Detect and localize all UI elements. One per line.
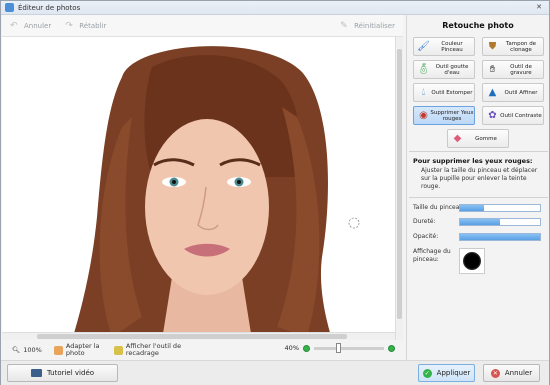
- zoom-100-button[interactable]: 🔍︎ 100%: [12, 345, 42, 354]
- hardness-slider[interactable]: [459, 218, 541, 226]
- divider: [409, 151, 548, 152]
- tool-label: Outil de gravure: [510, 63, 532, 76]
- redo-label: Rétablir: [79, 21, 107, 30]
- wand-icon: ✎: [340, 20, 348, 31]
- zoom-in-icon[interactable]: [388, 344, 395, 352]
- video-tutorial-label: Tutoriel vidéo: [46, 369, 95, 377]
- vertical-scrollbar[interactable]: [395, 37, 403, 340]
- eraser-icon: ◆: [453, 133, 462, 144]
- undo-icon: ↶: [10, 20, 18, 31]
- tool-label: Outil Contraste: [500, 112, 542, 119]
- zoom-out-icon[interactable]: [303, 344, 310, 352]
- reset-label: Réinitialiser: [354, 21, 395, 30]
- status-bar: 🔍︎ 100% Adapter la photo Afficher l'outi…: [2, 340, 403, 360]
- tool-contrast[interactable]: ✿ Outil Contraste: [482, 106, 544, 125]
- zoom-slider-knob[interactable]: [336, 342, 341, 353]
- horizontal-scrollbar[interactable]: [2, 332, 395, 340]
- fit-icon: [53, 345, 63, 355]
- tool-label: Outil Estomper: [431, 89, 473, 96]
- tool-blur[interactable]: 💧︎ Outil Estomper: [413, 83, 475, 102]
- blur-icon: 💧︎: [421, 87, 426, 98]
- cancel-icon: ✕: [490, 368, 500, 378]
- window-title: Éditeur de photos: [18, 3, 81, 12]
- hardness-fill: [460, 219, 500, 225]
- tool-label: Couleur Pinceau: [441, 40, 463, 53]
- cancel-label: Annuler: [504, 369, 533, 377]
- retouch-panel: Retouche photo 🖌︎ Couleur Pinceau ⛊ Tamp…: [406, 15, 549, 360]
- tool-clone-stamp[interactable]: ⛊ Tampon de clonage: [482, 37, 544, 56]
- panel-title: Retouche photo: [442, 21, 514, 30]
- brush-display-label: Affichage du pinceau:: [413, 248, 451, 263]
- redo-icon: ↷: [65, 20, 73, 31]
- crop-icon: [113, 345, 123, 355]
- photo-canvas[interactable]: [2, 37, 403, 340]
- undo-button[interactable]: ↶ Annuler: [10, 20, 52, 31]
- brush-size-slider[interactable]: [459, 204, 541, 212]
- tool-eraser[interactable]: ◆ Gomme: [447, 129, 509, 148]
- brush-preview: [459, 248, 485, 274]
- reset-button[interactable]: ✎ Réinitialiser: [340, 20, 395, 31]
- red-eye-icon: ◉: [419, 110, 428, 121]
- description-title: Pour supprimer les yeux rouges:: [413, 157, 533, 165]
- magnifier-icon: 🔍︎: [12, 345, 21, 354]
- show-crop-button[interactable]: Afficher l'outil de recadrage: [113, 342, 186, 357]
- check-icon: ✓: [422, 368, 432, 378]
- fit-photo-button[interactable]: Adapter la photo: [53, 342, 102, 357]
- opacity-fill: [460, 234, 540, 240]
- video-icon: [30, 369, 42, 377]
- cancel-button[interactable]: ✕ Annuler: [483, 364, 540, 382]
- close-icon[interactable]: ✕: [533, 3, 545, 12]
- tool-label: Gomme: [475, 135, 497, 142]
- tool-label: Outil goutte d'eau: [435, 63, 469, 76]
- bottom-bar: Tutoriel vidéo ✓ Appliquer ✕ Annuler: [1, 360, 549, 385]
- apply-button[interactable]: ✓ Appliquer: [418, 364, 475, 382]
- brush-size-fill: [460, 205, 484, 211]
- divider: [409, 197, 548, 198]
- zoom-level: 100%: [23, 345, 42, 354]
- opacity-slider[interactable]: [459, 233, 541, 241]
- photo-editor-window: Éditeur de photos ✕ ↶ Annuler ↷ Rétablir…: [0, 0, 550, 385]
- zoom-percent: 40%: [284, 344, 299, 352]
- app-icon: [5, 3, 14, 12]
- clone-stamp-icon: ⛊: [488, 41, 497, 52]
- tool-burn[interactable]: ✋︎ Outil de gravure: [482, 60, 544, 79]
- contrast-icon: ✿: [488, 110, 497, 121]
- video-tutorial-button[interactable]: Tutoriel vidéo: [7, 364, 118, 382]
- tool-water-drop[interactable]: 🧴︎ Outil goutte d'eau: [413, 60, 475, 79]
- portrait-photo: [2, 37, 403, 340]
- tool-red-eye[interactable]: ◉ Supprimer Yeux rouges: [413, 106, 475, 125]
- brush-color-icon: 🖌︎: [417, 41, 430, 52]
- description-text: Ajuster la taille du pinceau et déplacer…: [421, 167, 538, 190]
- tool-brush-color[interactable]: 🖌︎ Couleur Pinceau: [413, 37, 475, 56]
- sharpen-icon: ▲: [488, 87, 497, 98]
- tool-label: Outil Affiner: [504, 89, 538, 96]
- zoom-control: 40%: [284, 342, 395, 353]
- tool-sharpen[interactable]: ▲ Outil Affiner: [482, 83, 544, 102]
- tool-label: Tampon de clonage: [505, 40, 537, 53]
- redo-button[interactable]: ↷ Rétablir: [65, 20, 107, 31]
- fit-label: Adapter la photo: [65, 342, 100, 357]
- hardness-label: Dureté:: [413, 218, 436, 225]
- brush-preview-dot: [463, 252, 481, 270]
- tool-label: Supprimer Yeux rouges: [430, 109, 474, 122]
- edit-toolbar: ↶ Annuler ↷ Rétablir ✎ Réinitialiser: [2, 15, 403, 37]
- brush-size-label: Taille du pinceau:: [413, 204, 466, 211]
- opacity-label: Opacité:: [413, 233, 439, 240]
- show-crop-label: Afficher l'outil de recadrage: [125, 342, 182, 357]
- title-bar: Éditeur de photos ✕: [1, 1, 549, 15]
- zoom-slider[interactable]: [314, 342, 384, 353]
- apply-label: Appliquer: [436, 369, 471, 377]
- water-drop-icon: 🧴︎: [417, 64, 430, 75]
- burn-tool-icon: ✋︎: [489, 64, 496, 75]
- undo-label: Annuler: [24, 21, 52, 30]
